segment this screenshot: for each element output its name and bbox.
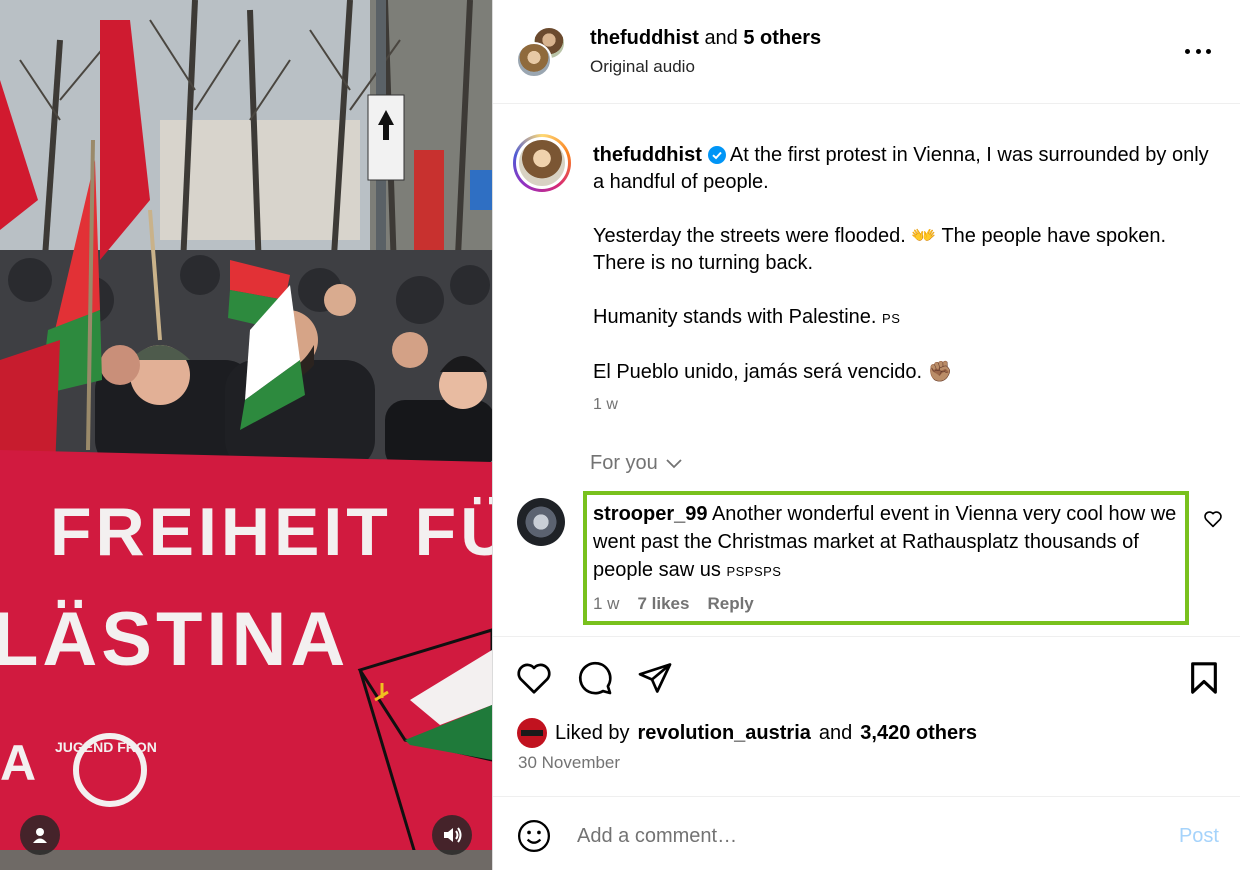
for-you-label: For you — [590, 452, 658, 474]
audio-toggle-button[interactable] — [432, 815, 472, 855]
authors-joiner: and — [704, 27, 738, 49]
others-link[interactable]: 5 others — [743, 27, 821, 49]
caption-line-2: Yesterday the streets were flooded. 👐 Th… — [593, 225, 1167, 274]
flag-emoji: PS — [882, 311, 901, 326]
save-button[interactable] — [1185, 659, 1223, 697]
liker-avatar[interactable] — [517, 718, 547, 748]
post-details-panel: thefuddhist and 5 others Original audio … — [492, 0, 1240, 870]
banner-text-1: FREIHEIT FÜ — [50, 494, 492, 570]
post-actions — [493, 636, 1240, 716]
comment-like-heart-icon[interactable] — [1203, 510, 1223, 528]
post-header: thefuddhist and 5 others Original audio — [493, 0, 1240, 104]
tagged-people-button[interactable] — [20, 815, 60, 855]
reply-button[interactable]: Reply — [707, 594, 753, 614]
comment-likes[interactable]: 7 likes — [637, 594, 689, 614]
caption-avatar[interactable] — [513, 134, 571, 192]
like-button[interactable] — [515, 659, 553, 697]
speaker-icon — [444, 827, 462, 843]
protest-photo: FREIHEIT FÜ LÄSTINA JUGEND FRON A — [0, 0, 492, 870]
comment-username[interactable]: strooper_99 — [593, 503, 708, 525]
more-options-button[interactable] — [1185, 40, 1211, 62]
heart-icon — [517, 663, 551, 694]
add-comment-bar: Post — [493, 796, 1240, 870]
comment-meta: 1 w 7 likes Reply — [593, 594, 754, 614]
comment-input[interactable] — [577, 819, 1137, 853]
post-comment-button[interactable]: Post — [1179, 825, 1219, 848]
collab-avatars[interactable] — [516, 26, 568, 78]
person-icon — [33, 828, 47, 843]
comment-item: strooper_99 Another wonderful event in V… — [493, 488, 1240, 628]
likes-joiner: and — [818, 721, 853, 744]
chevron-down-icon — [666, 458, 682, 468]
caption-line-3: Humanity stands with Palestine. — [593, 306, 877, 328]
banner-text-2: LÄSTINA — [0, 597, 349, 682]
caption-line-4: El Pueblo unido, jamás será vencido. ✊🏽 — [593, 361, 953, 383]
post-date[interactable]: 30 November — [518, 753, 620, 773]
post-media[interactable]: FREIHEIT FÜ LÄSTINA JUGEND FRON A — [0, 0, 492, 870]
caption-text: thefuddhist At the first protest in Vienn… — [593, 142, 1213, 386]
svg-text:A: A — [0, 735, 36, 791]
author-link[interactable]: thefuddhist — [590, 27, 699, 49]
caption-timestamp[interactable]: 1 w — [593, 396, 618, 414]
more-dot-icon — [1206, 48, 1211, 54]
paper-plane-icon — [638, 663, 672, 693]
more-dot-icon — [1185, 48, 1190, 54]
comment-time[interactable]: 1 w — [593, 594, 619, 614]
original-audio-link[interactable]: Original audio — [590, 57, 695, 77]
comment-avatar[interactable] — [517, 498, 565, 546]
comment-bubble-icon — [578, 661, 612, 695]
banner-logo-text: JUGEND FRON — [55, 739, 157, 755]
verified-badge-icon — [707, 146, 726, 164]
comment-button[interactable] — [576, 659, 614, 697]
post-authors: thefuddhist and 5 others — [590, 27, 821, 50]
share-button[interactable] — [636, 659, 674, 697]
likes-count[interactable]: 3,420 others — [860, 722, 977, 745]
for-you-dropdown[interactable]: For you — [590, 452, 682, 475]
emoji-icon[interactable] — [517, 819, 551, 853]
flag-emoji: PSPSPS — [726, 564, 782, 579]
bookmark-icon — [1191, 662, 1217, 694]
likes-prefix: Liked by — [555, 721, 630, 744]
likes-summary: Liked by revolution_austria and 3,420 ot… — [517, 718, 977, 748]
liker-username[interactable]: revolution_austria — [638, 722, 811, 745]
comment-text: strooper_99 Another wonderful event in V… — [593, 500, 1178, 586]
more-dot-icon — [1195, 48, 1201, 54]
caption-username[interactable]: thefuddhist — [593, 144, 702, 166]
avatar — [516, 42, 552, 78]
